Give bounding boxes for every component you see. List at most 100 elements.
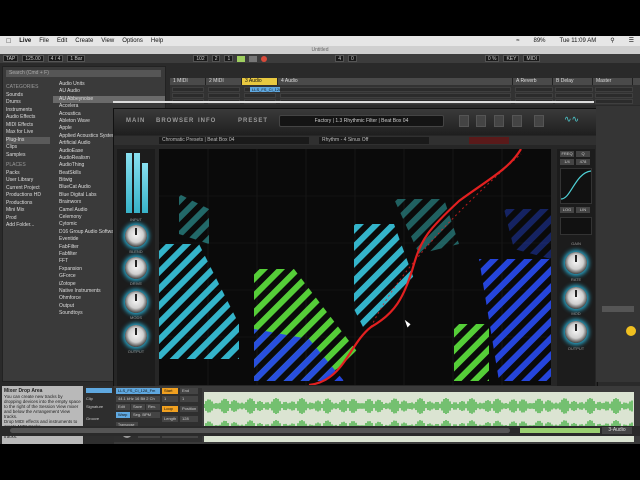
track-header-delay[interactable]: B Delay [553, 78, 593, 85]
track-header-3[interactable]: 3 Audio [242, 78, 278, 85]
mods-knob[interactable] [125, 325, 147, 347]
tap-button[interactable]: TAP [3, 55, 19, 62]
category-sounds[interactable]: Sounds [6, 92, 50, 100]
category-drums[interactable]: Drums [6, 99, 50, 107]
place-productions[interactable]: Productions [6, 200, 50, 208]
blend-knob[interactable] [125, 257, 147, 279]
rate-knob[interactable] [565, 287, 587, 309]
save-button[interactable]: Save [131, 404, 145, 410]
time-signature[interactable]: 4 / 4 [47, 55, 64, 62]
place-prod[interactable]: Prod [6, 215, 50, 223]
battery-level[interactable]: 89% [533, 38, 545, 44]
position-beats[interactable]: 2 [211, 55, 221, 62]
preset-save-button[interactable] [459, 115, 469, 127]
position-sixteenths[interactable]: 1 [224, 55, 234, 62]
clip-slot[interactable] [208, 87, 240, 92]
input-knob[interactable] [125, 225, 147, 247]
position-bars[interactable]: 102 [193, 55, 208, 62]
play-button[interactable] [237, 55, 246, 62]
start-value[interactable]: 1 [162, 396, 178, 402]
menu-create[interactable]: Create [75, 38, 93, 44]
tree-item[interactable]: AU Audio [53, 88, 165, 95]
end-value[interactable]: 1 [180, 396, 198, 402]
menu-view[interactable]: View [101, 38, 114, 44]
tree-item[interactable]: Audio Units [53, 81, 165, 88]
clip-slot[interactable] [208, 93, 240, 98]
settings-button[interactable] [534, 115, 544, 127]
preset-menu-button[interactable] [476, 115, 486, 127]
clip-color-swatch[interactable] [86, 388, 112, 393]
clip-slot[interactable] [555, 87, 593, 92]
quantize-menu[interactable]: 1 Bar [67, 55, 86, 62]
right-value-2[interactable]: 478 [576, 159, 590, 165]
loop-button[interactable]: Loop [162, 406, 178, 412]
category-instruments[interactable]: Instruments [6, 107, 50, 115]
apple-icon[interactable]:  [6, 38, 11, 45]
menu-options[interactable]: Options [122, 38, 143, 44]
track-header-2[interactable]: 2 MIDI [206, 78, 242, 85]
start-label[interactable]: Start [162, 388, 178, 394]
selected-clip[interactable]: LLS_FS_Ci_128 [250, 87, 281, 92]
drive-knob[interactable] [125, 291, 147, 313]
category-clips[interactable]: Clips [6, 144, 50, 152]
place-productions-hd[interactable]: Productions HD [6, 192, 50, 200]
key-map-button[interactable]: KEY [503, 55, 520, 62]
right-toggle-4[interactable]: LIN [576, 207, 590, 213]
tempo-field[interactable]: 125.00 [22, 55, 44, 62]
clip-slot[interactable] [280, 87, 511, 92]
wifi-icon[interactable]: ≈ [516, 38, 519, 44]
menu-file[interactable]: File [39, 38, 49, 44]
place-current-project[interactable]: Current Project [6, 185, 50, 193]
clip-slot[interactable] [595, 87, 633, 92]
clip-slot[interactable] [595, 93, 633, 98]
clip-slot[interactable] [244, 93, 276, 98]
loop-length-beats[interactable]: 0 [348, 55, 357, 62]
spectral-display[interactable] [159, 149, 551, 385]
clip-slot[interactable] [555, 93, 593, 98]
tab-preset[interactable]: PRESET [238, 115, 268, 127]
preset-prev-button[interactable] [494, 115, 504, 127]
right-toggle-3[interactable]: LOG [560, 207, 574, 213]
place-mini-mix[interactable]: Mini Mix [6, 207, 50, 215]
place-user-library[interactable]: User Library [6, 177, 50, 185]
mod-knob[interactable] [565, 321, 587, 343]
tab-main[interactable]: MAIN [126, 115, 145, 127]
category-plugins[interactable]: Plug-Ins [6, 136, 50, 144]
param-left-field[interactable]: Chromatic Presets | Beat Box 04 [159, 137, 309, 144]
tab-browser[interactable]: BROWSER [156, 115, 194, 127]
category-midi-effects[interactable]: MIDI Effects [6, 122, 50, 130]
end-label[interactable]: End [180, 388, 198, 394]
place-packs[interactable]: Packs [6, 170, 50, 178]
menu-app[interactable]: Live [19, 38, 31, 44]
clip-slot[interactable] [172, 87, 204, 92]
category-audio-effects[interactable]: Audio Effects [6, 114, 50, 122]
overview-thumb[interactable] [520, 428, 600, 433]
length-value[interactable]: 128 [180, 416, 198, 422]
search-icon[interactable]: ⚲ [610, 37, 614, 44]
track-header-1[interactable]: 1 MIDI [170, 78, 206, 85]
track-header-4[interactable]: 4 Audio [278, 78, 513, 85]
mixer-solo-indicator[interactable] [626, 326, 636, 336]
edit-button[interactable]: Edit [116, 404, 130, 410]
plugin-window-titlebar[interactable] [113, 101, 594, 103]
category-max-for-live[interactable]: Max for Live [6, 129, 50, 137]
clip-slot[interactable] [515, 93, 553, 98]
right-toggle-1[interactable]: FREQ [560, 151, 574, 157]
record-button[interactable] [261, 55, 268, 62]
add-folder-button[interactable]: Add Folder... [6, 222, 50, 230]
midi-map-button[interactable]: MIDI [523, 55, 541, 62]
preset-next-button[interactable] [512, 115, 522, 127]
tab-info[interactable]: INFO [198, 115, 216, 127]
track-header-master[interactable]: Master [593, 78, 633, 85]
clip-slot[interactable] [515, 87, 553, 92]
list-icon[interactable]: ☰ [629, 37, 634, 44]
clip-slot[interactable] [595, 99, 633, 104]
mixer-fader[interactable] [602, 306, 634, 312]
param-right-field[interactable] [469, 137, 509, 144]
right-value-1[interactable]: 1/4 [560, 159, 574, 165]
reverse-button[interactable]: Rev. [146, 404, 160, 410]
menu-edit[interactable]: Edit [57, 38, 67, 44]
gain-knob[interactable] [565, 252, 587, 274]
warp-button[interactable]: Warp [116, 412, 130, 418]
preset-name[interactable]: Factory | 1.3 Rhythmic Filter | Beat Box… [279, 115, 444, 127]
